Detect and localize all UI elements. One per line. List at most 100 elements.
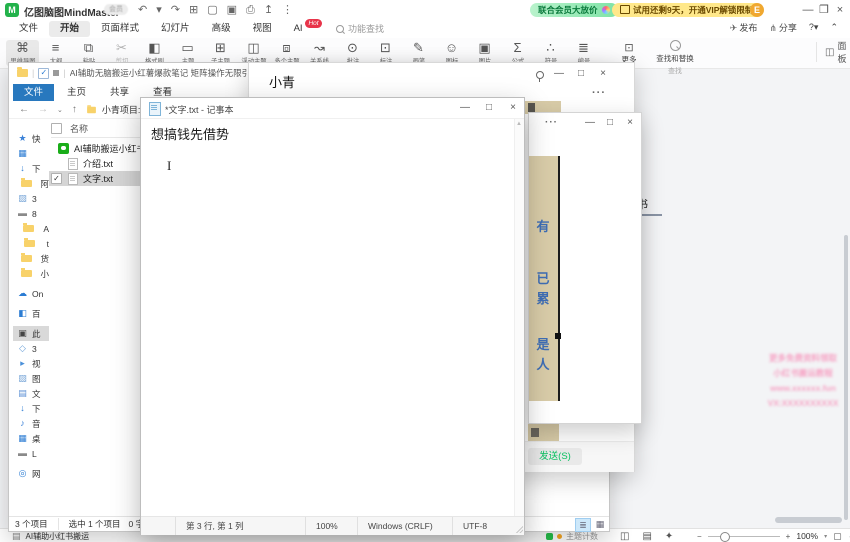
quick-icon[interactable]: ↶ xyxy=(138,2,147,18)
zoom-out-icon[interactable]: − xyxy=(697,532,702,541)
minimize-icon[interactable]: — xyxy=(800,2,816,18)
quick-icon[interactable]: ▾ xyxy=(156,2,162,18)
sidebar-item[interactable]: A xyxy=(13,221,49,236)
canvas-vertical-scrollbar[interactable] xyxy=(844,235,848,520)
sidebar-item[interactable]: ▦ xyxy=(13,146,49,161)
sidebar-item[interactable]: ◧ 百 xyxy=(13,306,49,321)
quick-check-icon[interactable]: ✓ xyxy=(38,68,49,79)
column-name[interactable]: 名称 xyxy=(70,122,88,135)
share-button[interactable]: ⋔分享 xyxy=(769,21,797,34)
sidebar-item[interactable]: ▤ 文 xyxy=(13,386,49,401)
sidebar-item[interactable]: ▨ 图 xyxy=(13,371,49,386)
sidebar-item[interactable]: t xyxy=(13,236,49,251)
menu-tab[interactable]: 开始 xyxy=(49,21,90,37)
thumbnail-view-icon[interactable]: ▦ xyxy=(593,518,607,530)
help-button[interactable]: ?▾ xyxy=(809,22,819,33)
statusbar-view-icon[interactable]: ◫ xyxy=(620,531,629,542)
canvas-horizontal-scrollbar[interactable] xyxy=(775,517,842,523)
sidebar-item[interactable]: ▣ 此 xyxy=(13,326,49,341)
maximize-icon[interactable]: □ xyxy=(574,67,588,81)
find-replace-button[interactable]: 查找和替换 查找 xyxy=(646,40,704,76)
menu-tab[interactable]: 幻灯片 xyxy=(150,21,201,37)
sidebar-item[interactable]: ◎ 网 xyxy=(13,466,49,481)
sidebar-item[interactable]: ☁ On xyxy=(13,286,49,301)
quick-icon[interactable]: ↥ xyxy=(264,2,273,18)
sidebar-item[interactable]: ★ 快 xyxy=(13,131,49,146)
notepad-titlebar[interactable]: *文字.txt - 记事本 — □ × xyxy=(141,98,524,119)
statusbar-view-icon[interactable]: ▤ xyxy=(642,531,651,542)
file-row[interactable]: ✓ 文字.txt xyxy=(49,171,149,186)
chat-menu-icon[interactable]: ··· xyxy=(592,87,606,99)
publish-button[interactable]: ✈发布 xyxy=(730,21,758,34)
sidebar-item[interactable]: ▦ 桌 xyxy=(13,431,49,446)
notepad-text[interactable]: 想搞钱先借势 xyxy=(151,124,229,143)
minimize-icon[interactable]: — xyxy=(583,116,597,130)
pin-icon[interactable] xyxy=(536,71,544,79)
explorer-tab[interactable]: 文件 xyxy=(13,84,54,101)
select-all-checkbox[interactable] xyxy=(51,123,62,134)
file-row[interactable]: AI辅助搬运小红书引 xyxy=(49,141,149,156)
maximize-icon[interactable]: □ xyxy=(603,116,617,130)
resize-grip[interactable] xyxy=(516,526,523,533)
sidebar-item[interactable]: ↓ 下 xyxy=(13,401,49,416)
zoom-slider[interactable] xyxy=(708,536,780,537)
quick-icon[interactable]: ↷ xyxy=(171,2,180,18)
panel-toggle-button[interactable]: ◫ 面板 xyxy=(816,42,850,62)
preview-menu-icon[interactable]: ··· xyxy=(545,117,558,128)
minimize-icon[interactable]: — xyxy=(458,101,472,115)
sidebar-item[interactable]: ▬ L xyxy=(13,446,49,461)
maximize-icon[interactable]: □ xyxy=(482,101,496,115)
quick-icon[interactable]: ▣ xyxy=(227,2,237,18)
sidebar-item[interactable]: 货 xyxy=(13,251,49,266)
quick-tool-icon[interactable] xyxy=(53,70,59,76)
preview-image[interactable]: 有已累是人 xyxy=(529,156,560,401)
zoom-knob[interactable] xyxy=(720,532,730,542)
menu-tab[interactable]: 高级 xyxy=(201,21,242,37)
quick-icon[interactable]: ⋮ xyxy=(282,2,293,18)
quick-icon[interactable]: ⊞ xyxy=(189,2,198,18)
zoom-in-icon[interactable]: + xyxy=(786,532,791,541)
maximize-icon[interactable]: ❐ xyxy=(816,2,832,18)
sidebar-item[interactable]: ▸ 视 xyxy=(13,356,49,371)
sidebar-item[interactable]: ◇ 3 xyxy=(13,341,49,356)
menu-tab[interactable]: 视图 xyxy=(242,21,283,37)
explorer-tab[interactable]: 主页 xyxy=(56,84,97,101)
collapse-ribbon-button[interactable]: ⌃ xyxy=(830,22,838,33)
sidebar-item[interactable]: ▬ 8 xyxy=(13,206,49,221)
notepad-scrollbar[interactable] xyxy=(514,119,524,516)
fullscreen-icon[interactable]: ▢ xyxy=(833,531,842,542)
sidebar-item[interactable]: ▨ 3 xyxy=(13,191,49,206)
close-icon[interactable]: × xyxy=(506,101,520,115)
send-button[interactable]: 发送(S) xyxy=(528,448,582,465)
minimize-icon[interactable]: — xyxy=(552,67,566,81)
close-icon[interactable]: × xyxy=(832,2,848,18)
quick-icon[interactable]: ▢ xyxy=(207,2,217,18)
close-icon[interactable]: × xyxy=(623,116,637,130)
find-subitem[interactable]: 查找 xyxy=(668,66,682,76)
statusbar-view-icon[interactable]: ✦ xyxy=(665,531,673,542)
up-icon[interactable]: ↑ xyxy=(72,104,77,115)
sidebar-item[interactable]: 小 xyxy=(13,266,49,281)
topic-counter[interactable]: 主题计数 xyxy=(546,531,598,542)
explorer-tab[interactable]: 共享 xyxy=(99,84,140,101)
close-icon[interactable]: × xyxy=(596,67,610,81)
zoom-value[interactable]: 100% xyxy=(796,531,818,541)
menu-tab[interactable]: 页面样式 xyxy=(90,21,150,37)
member-promo-banner[interactable]: 联合会员大放价 xyxy=(530,3,618,17)
sidebar-item[interactable]: 阿 xyxy=(13,176,49,191)
trial-vip-banner[interactable]: 试用还剩9天，开通VIP解锁限制 xyxy=(612,3,761,17)
menu-tab[interactable]: AIHot xyxy=(283,21,314,37)
sidebar-item[interactable]: ♪ 音 xyxy=(13,416,49,431)
chat-image-message[interactable] xyxy=(528,424,559,441)
back-icon[interactable]: ← xyxy=(19,104,29,115)
zoom-caret-icon[interactable]: ▾ xyxy=(824,533,827,540)
file-checkbox[interactable]: ✓ xyxy=(51,173,62,184)
quick-icon[interactable]: ⎙ xyxy=(246,2,255,18)
account-avatar[interactable]: E xyxy=(750,3,764,17)
details-view-icon[interactable]: ≣ xyxy=(575,518,591,532)
menu-tab[interactable]: 文件 xyxy=(8,21,49,37)
recent-caret-icon[interactable]: ⌄ xyxy=(57,106,63,114)
forward-icon[interactable]: → xyxy=(38,104,48,115)
sidebar-item[interactable]: ↓ 下 xyxy=(13,161,49,176)
resize-handle[interactable] xyxy=(555,333,561,339)
